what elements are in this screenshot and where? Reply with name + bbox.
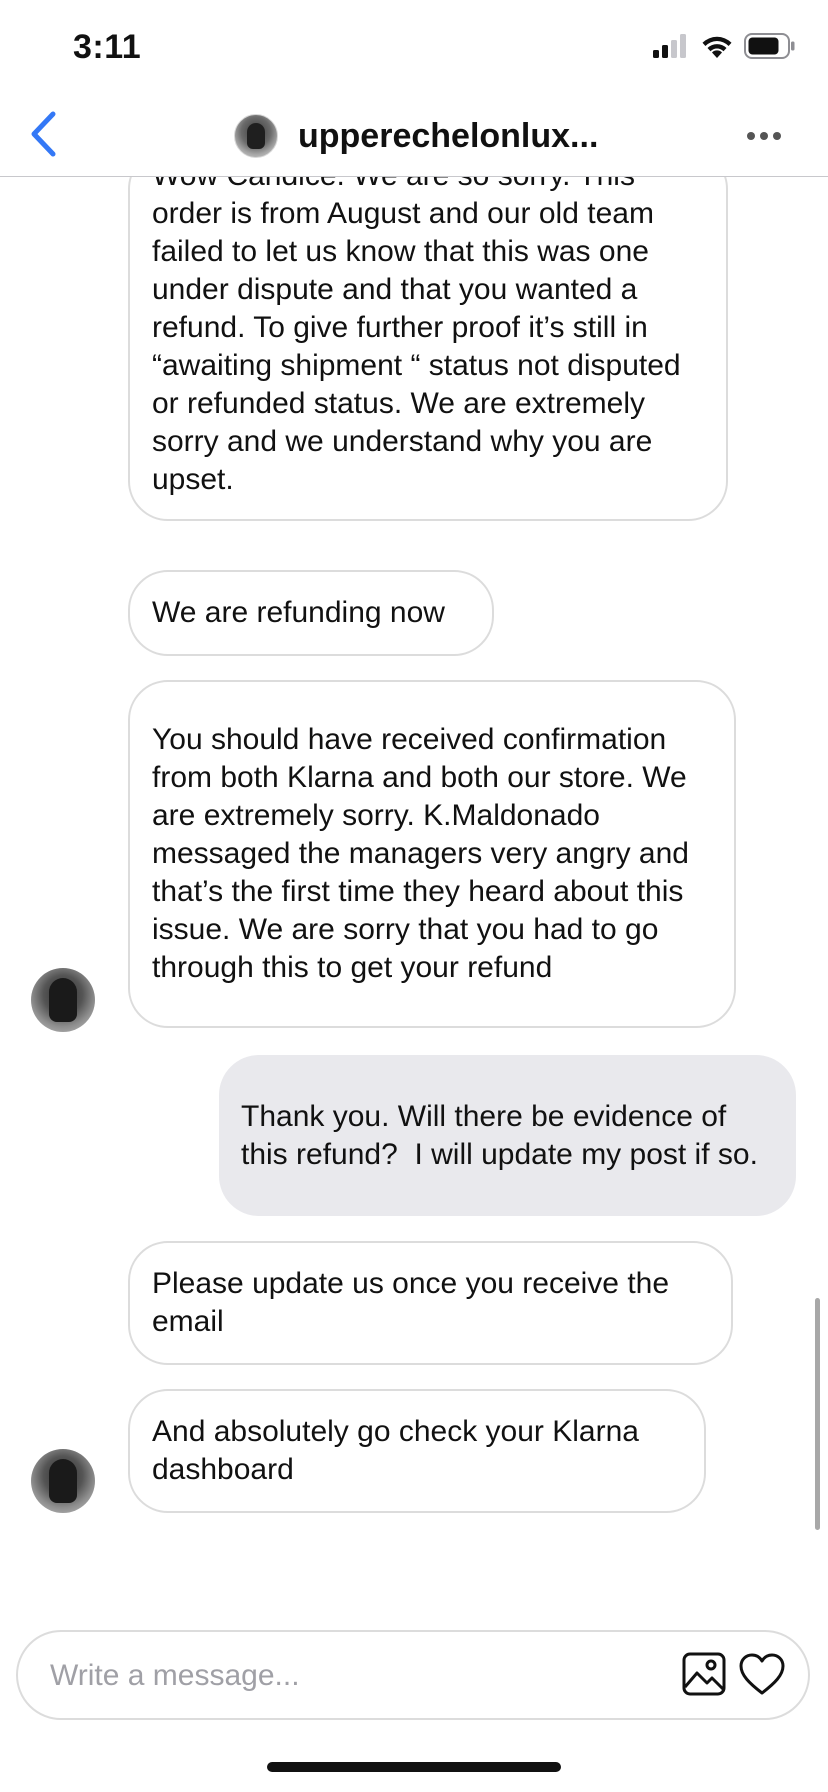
message-text: Wow Candice. We are so sorry. This order… [152, 177, 681, 496]
chevron-left-icon [29, 111, 57, 162]
scrollbar[interactable] [815, 1298, 820, 1530]
ellipsis-icon [746, 128, 782, 146]
message-input[interactable] [48, 1632, 652, 1720]
sender-avatar[interactable] [31, 968, 95, 1032]
heart-icon [738, 1652, 786, 1701]
message-composer [16, 1630, 810, 1720]
conversation-header: upperechelonlux... [0, 96, 828, 177]
message-bubble-incoming[interactable]: You should have received confirmation fr… [128, 680, 736, 1028]
conversation-title: upperechelonlux... [298, 116, 599, 155]
header-avatar [234, 114, 278, 158]
message-text: Please update us once you receive the em… [152, 1267, 678, 1338]
message-bubble-outgoing[interactable]: Thank you. Will there be evidence of thi… [219, 1055, 796, 1216]
message-bubble-incoming[interactable]: Wow Candice. We are so sorry. This order… [128, 177, 728, 521]
status-icons [652, 32, 796, 64]
battery-icon [744, 32, 796, 64]
conversation-title-group[interactable]: upperechelonlux... [234, 112, 598, 160]
more-options-button[interactable] [744, 120, 784, 154]
back-button[interactable] [18, 108, 68, 164]
message-text: We are refunding now [152, 596, 445, 629]
wifi-icon [700, 33, 734, 64]
photo-button[interactable] [680, 1652, 728, 1700]
message-text: You should have received confirmation fr… [152, 723, 698, 984]
message-bubble-incoming[interactable]: And absolutely go check your Klarna dash… [128, 1389, 706, 1513]
image-icon [681, 1651, 727, 1702]
sender-avatar[interactable] [31, 1449, 95, 1513]
like-button[interactable] [738, 1652, 786, 1700]
message-bubble-incoming[interactable]: We are refunding now [128, 570, 494, 656]
status-time: 3:11 [73, 28, 142, 66]
message-bubble-incoming[interactable]: Please update us once you receive the em… [128, 1241, 733, 1365]
message-text: And absolutely go check your Klarna dash… [152, 1415, 648, 1486]
message-text: Thank you. Will there be evidence of thi… [241, 1099, 758, 1171]
message-thread[interactable]: Wow Candice. We are so sorry. This order… [0, 177, 828, 1597]
home-indicator [267, 1762, 561, 1772]
status-bar: 3:11 [0, 0, 828, 96]
cellular-signal-icon [652, 33, 690, 63]
